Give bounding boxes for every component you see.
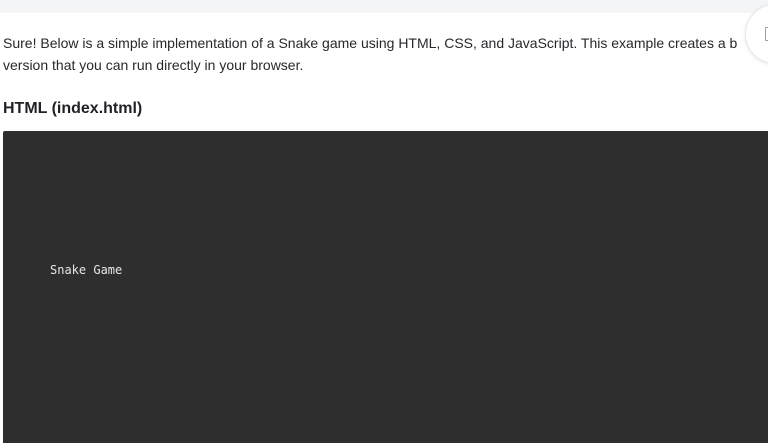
chat-message-page: Sure! Below is a simple implementation o… [0, 0, 768, 443]
code-section-heading: HTML (index.html) [3, 100, 143, 117]
code-line-title: Snake Game [50, 263, 123, 277]
intro-line-1: Sure! Below is a simple implementation o… [3, 35, 738, 51]
top-band [0, 0, 768, 13]
assistant-intro-text: Sure! Below is a simple implementation o… [3, 32, 747, 76]
code-block[interactable]: Snake Game [3, 131, 768, 443]
intro-line-2: version that you can run directly in you… [3, 57, 304, 73]
floating-side-button[interactable] [745, 4, 768, 64]
